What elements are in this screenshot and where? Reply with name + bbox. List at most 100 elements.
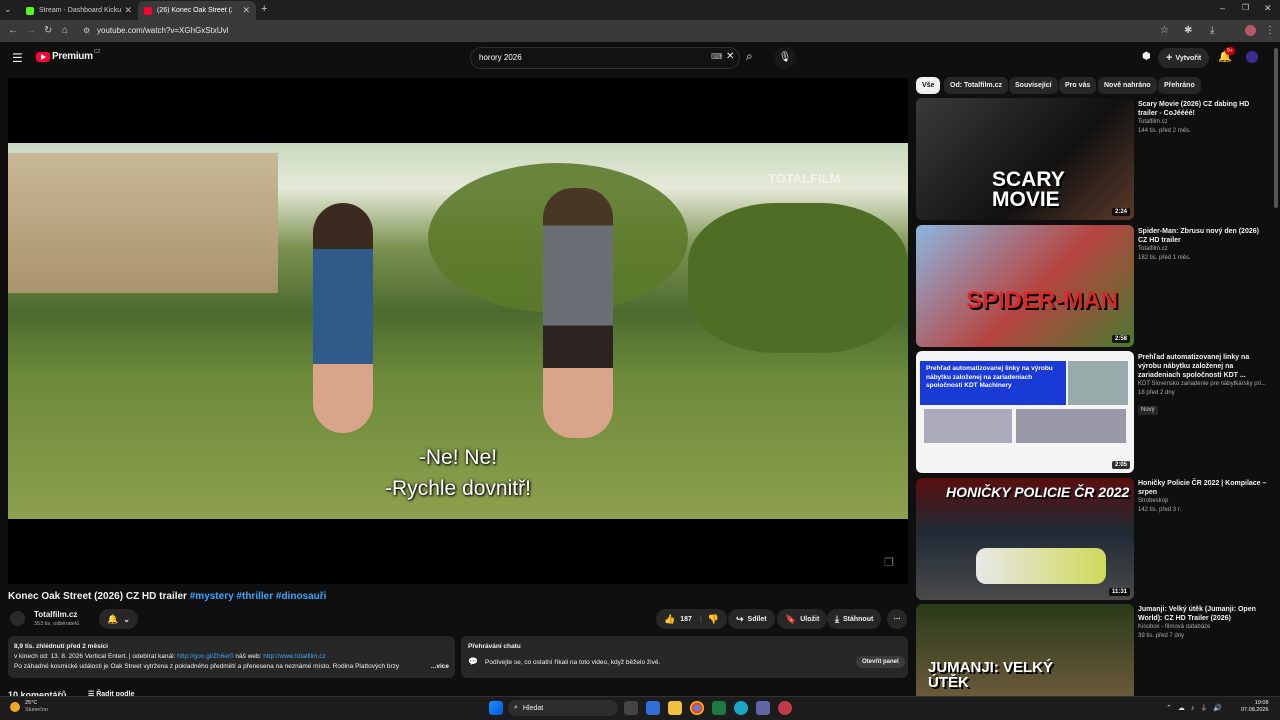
url-field[interactable]: youtube.com/watch?v=XGhGxStxUvl — [97, 26, 228, 35]
voice-search-icon[interactable]: 🎙 — [774, 47, 796, 69]
link[interactable]: http://www.totalfilm.cz — [263, 653, 326, 660]
youtube-logo[interactable]: Premium CZ — [36, 48, 101, 62]
chat-title: Přehrávání chatu — [468, 643, 521, 650]
share-button[interactable]: ↪ Sdílet — [728, 609, 775, 629]
view-stats: 8,9 tis. zhlédnutí před 2 měsíci — [14, 643, 108, 650]
link[interactable]: http://goo.gl/Zh6er0 — [177, 653, 233, 660]
minimize-icon[interactable]: – — [1220, 3, 1225, 13]
miniplayer-icon[interactable]: ❐ — [884, 556, 894, 569]
recommendation-info[interactable]: Jumanji: Velký útěk (Jumanji: Open World… — [1138, 605, 1268, 641]
recommendation-thumbnail[interactable]: JUMANJI: VELKÝ ÚTĚK — [916, 604, 1134, 696]
chip-recently-uploaded[interactable]: Nově nahráno — [1098, 77, 1157, 94]
chip-watched[interactable]: Přehráno — [1158, 77, 1201, 94]
channel-name[interactable]: Totalfilm.cz — [34, 610, 77, 619]
close-tab-icon[interactable]: ✕ — [124, 5, 132, 16]
file-explorer-icon[interactable] — [668, 701, 682, 715]
time: 19:08 — [1254, 700, 1269, 706]
recommendation-thumbnail[interactable]: HONIČKY POLICIE ČR 2022 11:31 — [916, 478, 1134, 600]
site-info-icon[interactable]: ⚙ — [83, 26, 90, 35]
recommendation-thumbnail[interactable]: SCARY MOVIE 2:24 — [916, 98, 1134, 220]
browser-menu-icon[interactable]: ⋮ — [1265, 25, 1275, 36]
back-icon[interactable]: ← — [8, 25, 18, 36]
menu-icon[interactable]: ☰ — [12, 51, 23, 65]
restore-icon[interactable]: ❐ — [1242, 3, 1249, 12]
recommendation-info[interactable]: Honičky Policie ČR 2022 | Kompilace – sr… — [1138, 479, 1268, 515]
mail-app-icon[interactable] — [646, 701, 660, 715]
tab-list-icon[interactable]: ⌄ — [4, 4, 12, 15]
description-line: Po záhadné kosmické události je Oak Stre… — [14, 663, 400, 670]
download-button[interactable]: ⤓ Stáhnout — [827, 609, 882, 629]
edge-icon[interactable] — [734, 701, 748, 715]
recommendation-title: Prehľad automatizovanej linky na výrobu … — [1138, 354, 1250, 379]
subtitle-line: -Rychle dovnitř! — [385, 477, 531, 500]
logo-country: CZ — [93, 48, 101, 55]
more-link[interactable]: ...více — [426, 662, 449, 672]
app-icon[interactable] — [778, 701, 792, 715]
description-box[interactable]: 8,9 tis. zhlédnutí před 2 měsíci v kinec… — [8, 636, 455, 678]
page-scrollbar[interactable] — [1274, 48, 1278, 208]
account-avatar[interactable] — [1246, 51, 1258, 63]
recommendation-info[interactable]: Scary Movie (2026) CZ dabing HD trailer … — [1138, 100, 1268, 136]
tab-youtube-video[interactable]: (26) Konec Oak Street (2026) ✕ — [138, 1, 256, 20]
system-tray-icons[interactable]: ⌃☁♪⏚🔊 — [1166, 703, 1228, 713]
divider: | — [699, 615, 702, 623]
close-window-icon[interactable]: ✕ — [1264, 3, 1272, 14]
forward-icon[interactable]: → — [26, 25, 36, 36]
channel-avatar[interactable] — [10, 611, 25, 626]
extensions-icon[interactable]: ✱ — [1184, 25, 1192, 36]
youtube-play-icon — [36, 51, 50, 62]
girl-figure — [313, 203, 373, 433]
search-button-icon[interactable]: ⌕ — [746, 49, 753, 64]
like-button[interactable]: 👍 187 | 👎 — [656, 609, 728, 629]
subscription-bell-button[interactable]: 🔔 ⌄ — [99, 609, 138, 629]
keyboard-icon[interactable]: ⌨ — [711, 52, 723, 61]
factory-photo — [1068, 361, 1128, 405]
weather-widget[interactable]: 25°C Slunečno — [10, 700, 48, 714]
chip-related[interactable]: Související — [1009, 77, 1058, 94]
new-tab-icon[interactable]: + — [261, 3, 267, 15]
cast-icon[interactable]: ⬢ — [1142, 51, 1151, 62]
clock[interactable]: 19:08 07.08.2026 — [1241, 700, 1269, 714]
recommendation-title: Spider-Man: Zbrusu nový den (2026) CZ HD… — [1138, 228, 1259, 244]
thumbs-down-icon[interactable]: 👎 — [708, 614, 719, 625]
profile-avatar[interactable] — [1245, 25, 1256, 36]
like-count: 187 — [680, 615, 692, 623]
chip-from-channel[interactable]: Od: Totalfilm.cz — [944, 77, 1008, 94]
thumb-text: Prehľad automatizovanej linky na výrobu … — [920, 361, 1066, 405]
create-button[interactable]: + Vytvořit — [1158, 48, 1210, 68]
video-hashtags[interactable]: #mystery #thriller #dinosauři — [190, 591, 327, 602]
recommendation-info[interactable]: Spider-Man: Zbrusu nový den (2026) CZ HD… — [1138, 227, 1268, 263]
recommendation-thumbnail[interactable]: SPIDER-MAN 2:58 — [916, 225, 1134, 347]
reload-icon[interactable]: ↻ — [44, 25, 52, 36]
download-icon[interactable]: ⤓ — [1210, 25, 1214, 36]
bookmark-star-icon[interactable]: ☆ — [1160, 25, 1169, 36]
home-icon[interactable]: ⌂ — [62, 25, 68, 36]
more-actions-button[interactable]: ⋯ — [887, 609, 907, 629]
clear-search-icon[interactable]: ✕ — [726, 51, 734, 62]
video-duration: 2:05 — [1111, 461, 1130, 469]
temperature: 25°C — [25, 700, 38, 706]
recommendation-title: Honičky Policie ČR 2022 | Kompilace – sr… — [1138, 480, 1267, 496]
recommendation-thumbnail[interactable]: Prehľad automatizovanej linky na výrobu … — [916, 351, 1134, 473]
chip-all[interactable]: Vše — [916, 77, 941, 94]
task-view-icon[interactable] — [624, 701, 638, 715]
recommendation-meta: 142 tis. před 3 r. — [1138, 507, 1182, 513]
save-button[interactable]: 🔖 Uložit — [777, 609, 828, 629]
recommendation-channel: Totalfilm.cz — [1138, 246, 1168, 252]
kick-favicon-icon — [26, 6, 34, 15]
excel-icon[interactable] — [712, 701, 726, 715]
chat-icon: 💬 — [468, 657, 478, 666]
open-panel-button[interactable]: Otevřít panel — [856, 656, 905, 668]
windows-start-icon[interactable] — [489, 701, 503, 715]
chevron-down-icon: ⌄ — [123, 614, 130, 624]
tab-kick-dashboard[interactable]: Stream - Dashboard Kicku ✕ — [20, 1, 138, 20]
search-box[interactable]: horory 2026 ⌨ ✕ — [470, 47, 740, 69]
taskbar-search[interactable]: ⌕ Hledat — [508, 700, 618, 716]
teams-icon[interactable] — [756, 701, 770, 715]
recommendation-title: Scary Movie (2026) CZ dabing HD trailer … — [1138, 101, 1250, 117]
recommendation-info[interactable]: Prehľad automatizovanej linky na výrobu … — [1138, 353, 1268, 416]
chip-for-you[interactable]: Pro vás — [1059, 77, 1097, 94]
close-tab-icon[interactable]: ✕ — [242, 5, 250, 16]
chrome-icon[interactable] — [690, 701, 704, 715]
search-input[interactable]: horory 2026 — [479, 53, 522, 62]
